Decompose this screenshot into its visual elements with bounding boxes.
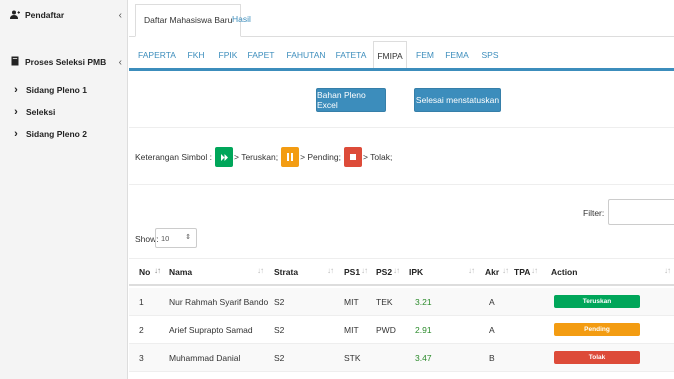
selesai-menstatuskan-button[interactable]: Selesai menstatuskan: [414, 88, 501, 112]
pending-button[interactable]: Pending: [554, 323, 640, 336]
table-row: 3 Muhammad Danial S2 STK 3.47 B Tolak: [129, 344, 674, 372]
sort-icon: ↓↑: [257, 266, 264, 275]
top-tab-bar: Daftar Mahasiswa Baru Hasil: [129, 0, 674, 37]
col-akr[interactable]: Akr: [485, 267, 499, 277]
applicants-table: No ↓↑ Nama ↓↑ Strata ↓↑ PS1 ↓↑ PS2 ↓↑ IP…: [129, 258, 674, 379]
tab-fmipa[interactable]: FMIPA: [373, 41, 407, 68]
legend-prefix: Keterangan Simbol :: [135, 152, 213, 162]
filter-input[interactable]: [608, 199, 674, 225]
cell-akr: B: [489, 353, 495, 363]
sidebar-item-label: Sidang Pleno 2: [26, 129, 87, 139]
cell-strata: S2: [274, 297, 285, 307]
divider: [129, 184, 674, 185]
chevron-right-icon: ›: [14, 128, 18, 140]
col-action[interactable]: Action: [551, 267, 577, 277]
tab-sps[interactable]: SPS: [480, 41, 500, 68]
bahan-pleno-excel-button[interactable]: Bahan Pleno Excel: [316, 88, 386, 112]
filter-label: Filter:: [583, 208, 605, 218]
col-ipk[interactable]: IPK: [409, 267, 423, 277]
legend-tolak: > Tolak;: [362, 152, 393, 162]
main-content: Daftar Mahasiswa Baru Hasil FAPERTA FKH …: [129, 0, 674, 379]
sort-icon: ↓↑: [154, 266, 161, 275]
tab-fema[interactable]: FEMA: [443, 41, 471, 68]
sidebar-item-label: Seleksi: [26, 107, 56, 117]
chevron-left-icon: ‹: [118, 9, 122, 21]
sidebar-item-sidang-pleno-2[interactable]: › Sidang Pleno 2: [0, 125, 128, 143]
action-button-row: Bahan Pleno Excel Selesai menstatuskan: [129, 74, 674, 128]
sort-icon: ↓↑: [361, 266, 368, 275]
table-row: 1 Nur Rahmah Syarif Bando S2 MIT TEK 3.2…: [129, 288, 674, 316]
stop-icon: [343, 147, 362, 167]
col-ps2[interactable]: PS2: [376, 267, 392, 277]
sort-icon: ↓↑: [468, 266, 475, 275]
cell-no: 3: [139, 353, 144, 363]
sidebar-item-label: Sidang Pleno 1: [26, 85, 87, 95]
legend-teruskan: > Teruskan;: [234, 152, 279, 162]
cell-ps1: MIT: [344, 297, 359, 307]
user-plus-icon: [10, 10, 20, 21]
tab-faperta[interactable]: FAPERTA: [137, 41, 177, 68]
cell-ipk: 3.47: [415, 353, 432, 363]
sort-arrows-icon: ⇕: [185, 234, 191, 241]
cell-ps2: TEK: [376, 297, 393, 307]
sidebar-item-label: Proses Seleksi PMB: [25, 57, 107, 67]
cell-akr: A: [489, 325, 495, 335]
teruskan-button[interactable]: Teruskan: [554, 295, 640, 308]
faculty-tab-bar: FAPERTA FKH FPIK FAPET FAHUTAN FATETA FM…: [129, 37, 674, 71]
tolak-button[interactable]: Tolak: [554, 351, 640, 364]
sort-icon: ↓↑: [327, 266, 334, 275]
sidebar-item-proses-seleksi[interactable]: Proses Seleksi PMB ‹: [0, 53, 128, 71]
cell-ipk: 2.91: [415, 325, 432, 335]
sidebar-item-sidang-pleno-1[interactable]: › Sidang Pleno 1: [0, 81, 128, 99]
show-entries-select[interactable]: 10 ⇕: [155, 228, 197, 248]
cell-ps2: PWD: [376, 325, 396, 335]
table-row: 2 Arief Suprapto Samad S2 MIT PWD 2.91 A…: [129, 316, 674, 344]
symbol-legend: Keterangan Simbol : > Teruskan; > Pendin…: [135, 146, 392, 168]
cell-nama: Muhammad Danial: [169, 353, 241, 363]
cell-strata: S2: [274, 353, 285, 363]
book-icon: [10, 56, 20, 68]
tab-fkh[interactable]: FKH: [184, 41, 208, 68]
sidebar-item-label: Pendaftar: [25, 10, 65, 20]
cell-ipk: 3.21: [415, 297, 432, 307]
sort-icon: ↓↑: [502, 266, 509, 275]
col-nama[interactable]: Nama: [169, 267, 192, 277]
cell-no: 2: [139, 325, 144, 335]
sort-icon: ↓↑: [531, 266, 538, 275]
sidebar-item-seleksi[interactable]: › Seleksi: [0, 103, 128, 121]
sidebar-item-pendaftar[interactable]: Pendaftar ‹: [0, 6, 128, 24]
sidebar: Pendaftar ‹ Proses Seleksi PMB ‹ › Sidan…: [0, 0, 128, 379]
cell-ps1: MIT: [344, 325, 359, 335]
cell-no: 1: [139, 297, 144, 307]
tab-fem[interactable]: FEM: [414, 41, 436, 68]
chevron-right-icon: ›: [14, 84, 18, 96]
sort-icon: ↓↑: [393, 266, 400, 275]
col-no[interactable]: No: [139, 267, 150, 277]
tab-fapet[interactable]: FAPET: [246, 41, 276, 68]
cell-akr: A: [489, 297, 495, 307]
legend-pending: > Pending;: [300, 152, 341, 162]
pause-icon: [281, 147, 300, 167]
table-header: No ↓↑ Nama ↓↑ Strata ↓↑ PS1 ↓↑ PS2 ↓↑ IP…: [129, 258, 674, 286]
tab-hasil[interactable]: Hasil: [224, 4, 259, 37]
cell-nama: Nur Rahmah Syarif Bando: [169, 297, 269, 307]
tab-fahutan[interactable]: FAHUTAN: [285, 41, 327, 68]
cell-ps1: STK: [344, 353, 361, 363]
cell-nama: Arief Suprapto Samad: [169, 325, 253, 335]
chevron-right-icon: ›: [14, 106, 18, 118]
show-entries-value: 10: [161, 234, 170, 243]
tab-fpik[interactable]: FPIK: [217, 41, 239, 68]
chevron-left-icon: ‹: [118, 56, 122, 68]
col-ps1[interactable]: PS1: [344, 267, 360, 277]
col-tpa[interactable]: TPA: [514, 267, 530, 277]
tab-fateta[interactable]: FATETA: [335, 41, 367, 68]
play-icon: [215, 147, 234, 167]
col-strata[interactable]: Strata: [274, 267, 298, 277]
cell-strata: S2: [274, 325, 285, 335]
sort-icon: ↓↑: [664, 266, 671, 275]
